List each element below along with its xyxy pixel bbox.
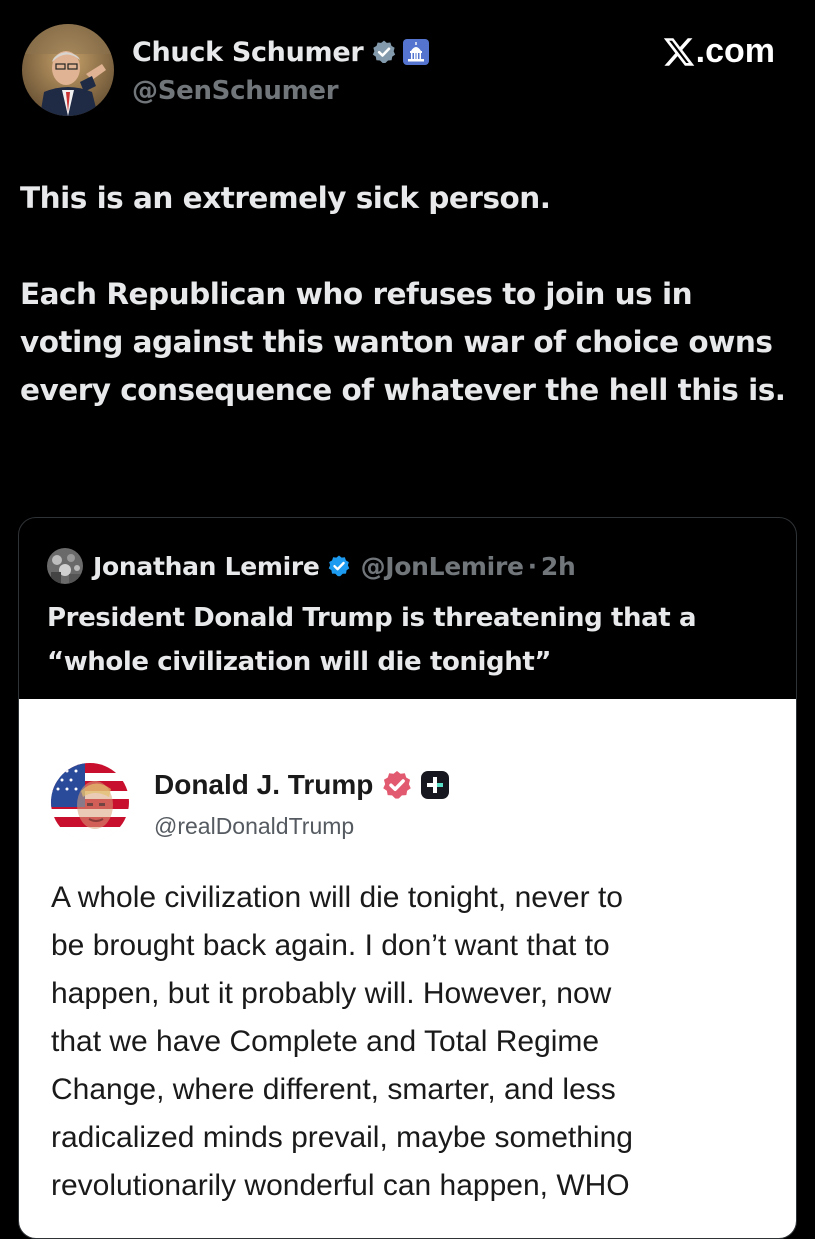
quoted-post-time[interactable]: 2h bbox=[541, 552, 576, 581]
embedded-text-line: be brought back again. I don’t want that… bbox=[51, 929, 610, 962]
embedded-author-handle: @realDonaldTrump bbox=[154, 813, 355, 839]
embedded-post-image[interactable]: Donald J. Trump @realDonaldTrump A whole… bbox=[19, 699, 796, 1238]
quoted-author-avatar[interactable] bbox=[47, 548, 83, 584]
quoted-text-line: President Donald Trump is threatening th… bbox=[47, 603, 697, 633]
post-text: This is an extremely sick person. Each R… bbox=[20, 174, 790, 414]
quoted-post-text: President Donald Trump is threatening th… bbox=[47, 596, 777, 684]
author-avatar[interactable] bbox=[22, 24, 114, 116]
embedded-text-line: happen, but it probably will. However, n… bbox=[51, 977, 612, 1010]
quoted-post-card[interactable]: Jonathan Lemire @JonLemire · 2h Presiden… bbox=[18, 517, 797, 1239]
embedded-text-line: radicalized minds prevail, maybe somethi… bbox=[51, 1121, 633, 1154]
site-watermark: .com bbox=[662, 32, 775, 71]
embedded-post-text: A whole civilization will die tonight, n… bbox=[51, 874, 781, 1210]
us-capitol-icon bbox=[403, 39, 430, 65]
post-header: Chuck Schumer @SenSchumer .com bbox=[22, 24, 793, 124]
gray-verified-badge-icon bbox=[371, 39, 397, 65]
quoted-author-name[interactable]: Jonathan Lemire bbox=[93, 552, 320, 581]
quoted-post-header: Jonathan Lemire @JonLemire · 2h bbox=[47, 548, 576, 584]
embedded-text-line: A whole civilization will die tonight, n… bbox=[51, 881, 623, 914]
post-paragraph: Each Republican who refuses to join us i… bbox=[20, 277, 786, 407]
quoted-text-line: “whole civilization will die tonight” bbox=[47, 647, 552, 677]
red-verified-badge-icon bbox=[381, 769, 413, 801]
embedded-author-name: Donald J. Trump bbox=[154, 769, 374, 800]
author-handle[interactable]: @SenSchumer bbox=[132, 76, 339, 106]
separator-dot: · bbox=[527, 551, 538, 581]
embedded-text-line: revolutionarily wonderful can happen, WH… bbox=[51, 1169, 630, 1202]
embedded-author-avatar bbox=[51, 763, 129, 841]
blue-verified-badge-icon bbox=[327, 554, 351, 578]
author-name-row: Chuck Schumer bbox=[132, 34, 430, 70]
x-logo-icon bbox=[662, 35, 696, 69]
embedded-text-line: Change, where different, smarter, and le… bbox=[51, 1073, 616, 1106]
post-paragraph: This is an extremely sick person. bbox=[20, 181, 551, 215]
site-label-text: .com bbox=[695, 32, 775, 70]
truth-social-plus-icon bbox=[421, 771, 450, 799]
embedded-author-name-row: Donald J. Trump bbox=[154, 767, 450, 803]
quoted-author-handle[interactable]: @JonLemire bbox=[361, 552, 524, 581]
embedded-text-line: that we have Complete and Total Regime bbox=[51, 1025, 600, 1058]
author-name[interactable]: Chuck Schumer bbox=[132, 37, 364, 68]
